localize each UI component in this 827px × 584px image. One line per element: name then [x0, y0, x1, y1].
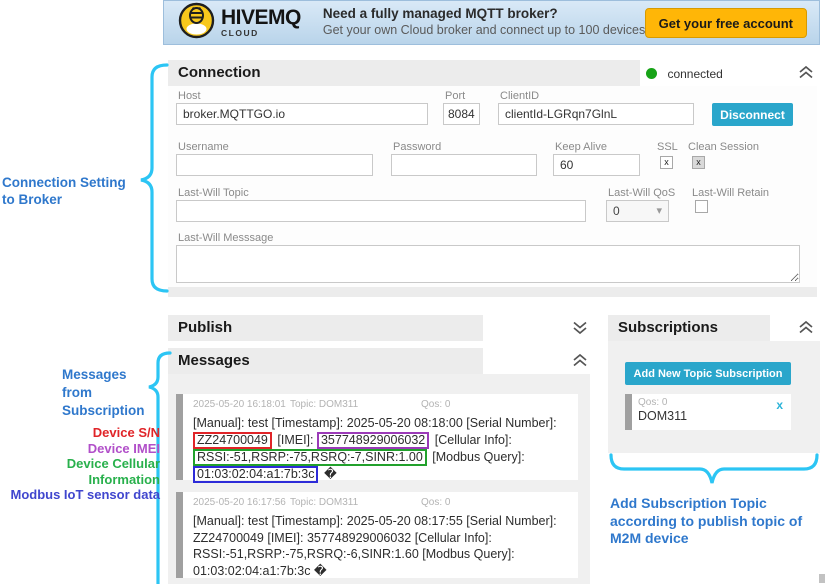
- ssl-checkbox[interactable]: x: [660, 156, 673, 169]
- annotation-device-imei: Device IMEI: [0, 441, 160, 457]
- message-qos: Qos: 0: [421, 399, 450, 410]
- annotation-add-subscription-topic: Add Subscription Topic according to publ…: [610, 495, 826, 548]
- logo-subtitle: CLOUD: [221, 29, 301, 38]
- add-subscription-button[interactable]: Add New Topic Subscription: [625, 362, 791, 385]
- subscription-item: Qos: 0 DOM311 x: [625, 394, 791, 430]
- banner-subheadline: Get your own Cloud broker and connect up…: [323, 23, 692, 39]
- last-will-retain-checkbox[interactable]: [695, 200, 708, 213]
- message-text: [Cellular Info]:: [435, 433, 512, 447]
- connection-title: Connection: [178, 64, 261, 81]
- message-card: 2025-05-20 16:18:01 Topic: DOM311 Qos: 0…: [176, 394, 578, 480]
- connection-form: Host Port ClientID Disconnect Username P…: [168, 86, 817, 287]
- message-topic: Topic: DOM311: [290, 497, 358, 508]
- logo-title: HIVEMQ: [221, 7, 301, 28]
- clean-session-checkbox[interactable]: x: [692, 156, 705, 169]
- subscriptions-title: Subscriptions: [618, 319, 718, 336]
- last-will-topic-label: Last-Will Topic: [178, 187, 249, 199]
- messages-collapse-icon[interactable]: [572, 353, 588, 368]
- clientid-label: ClientID: [500, 90, 539, 102]
- message-qos: Qos: 0: [421, 497, 450, 508]
- username-input[interactable]: [176, 154, 373, 176]
- last-will-message-textarea[interactable]: [176, 245, 800, 283]
- message-topic: Topic: DOM311: [290, 399, 358, 410]
- remove-subscription-icon[interactable]: x: [776, 398, 783, 412]
- last-will-qos-select[interactable]: 0 ▾: [606, 200, 669, 222]
- publish-expand-icon[interactable]: [572, 320, 588, 335]
- publish-header: Publish: [168, 315, 590, 341]
- subscription-qos: Qos: 0: [638, 397, 785, 408]
- last-will-message-label: Last-Will Messsage: [178, 232, 273, 244]
- device-imei-highlight: 357748929006032: [317, 432, 429, 449]
- subscription-topic: DOM311: [638, 409, 785, 423]
- annotation-device-cellular: Device Cellular Information: [0, 456, 160, 487]
- banner-headline: Need a fully managed MQTT broker?: [323, 6, 692, 23]
- message-text: [Manual]: test [Timestamp]: 2025-05-20 0…: [193, 513, 570, 579]
- disconnect-button[interactable]: Disconnect: [712, 103, 793, 126]
- password-input[interactable]: [391, 154, 537, 176]
- host-label: Host: [178, 90, 201, 102]
- messages-title: Messages: [178, 352, 250, 369]
- connection-footer-bar: [168, 287, 817, 297]
- publish-title: Publish: [178, 319, 232, 336]
- hivemq-ad-banner: HIVEMQ CLOUD Need a fully managed MQTT b…: [163, 0, 820, 45]
- clean-session-label: Clean Session: [688, 141, 759, 153]
- message-card: 2025-05-20 16:17:56 Topic: DOM311 Qos: 0…: [176, 492, 578, 578]
- modbus-data-highlight: 01:03:02:04:a1:7b:3c: [193, 466, 318, 483]
- last-will-qos-value: 0: [613, 204, 620, 218]
- annotation-brace-subscription: [608, 452, 820, 492]
- last-will-qos-label: Last-Will QoS: [608, 187, 675, 199]
- messages-header: Messages: [168, 348, 590, 374]
- message-timestamp: 2025-05-20 16:17:56: [193, 497, 286, 508]
- annotation-device-legend: Device S/N Device IMEI Device Cellular I…: [0, 425, 160, 503]
- cellular-info-highlight: RSSI:-51,RSRP:-75,RSRQ:-7,SINR:1.00: [193, 449, 427, 466]
- subscriptions-collapse-icon[interactable]: [798, 320, 814, 335]
- subscriptions-header: Subscriptions: [608, 315, 820, 341]
- host-input[interactable]: [176, 103, 428, 125]
- annotation-device-sn: Device S/N: [0, 425, 160, 441]
- get-free-account-button[interactable]: Get your free account: [645, 8, 807, 38]
- connection-status: connected: [646, 65, 723, 83]
- last-will-retain-label: Last-Will Retain: [692, 187, 769, 199]
- username-label: Username: [178, 141, 229, 153]
- chevron-down-icon: ▾: [656, 204, 662, 217]
- last-will-topic-input[interactable]: [176, 200, 586, 222]
- connection-header: Connection connected: [168, 60, 817, 86]
- message-text: [IMEI]:: [277, 433, 313, 447]
- connected-status-label: connected: [667, 67, 722, 81]
- checkbox-checked-icon: x: [664, 157, 669, 167]
- device-serial-highlight: ZZ24700049: [193, 432, 272, 449]
- annotation-brace-connection: [136, 62, 170, 294]
- messages-list: 2025-05-20 16:18:01 Topic: DOM311 Qos: 0…: [168, 374, 590, 584]
- hivemq-bee-icon: [178, 2, 215, 44]
- keep-alive-label: Keep Alive: [555, 141, 607, 153]
- clientid-input[interactable]: [498, 103, 694, 125]
- subscriptions-panel: Add New Topic Subscription Qos: 0 DOM311…: [608, 341, 820, 453]
- message-text: [Modbus Query]:: [432, 450, 524, 464]
- annotation-modbus-data: Modbus IoT sensor data: [0, 487, 160, 503]
- port-label: Port: [445, 90, 465, 102]
- scrollbar-corner: [819, 574, 825, 583]
- connected-status-dot-icon: [646, 68, 657, 79]
- password-label: Password: [393, 141, 441, 153]
- port-input[interactable]: [443, 103, 480, 125]
- message-text: [Manual]: test [Timestamp]: 2025-05-20 0…: [193, 416, 557, 430]
- hivemq-logo[interactable]: HIVEMQ CLOUD: [178, 2, 301, 44]
- keep-alive-input[interactable]: [553, 154, 640, 176]
- connection-collapse-icon[interactable]: [798, 65, 814, 80]
- ssl-label: SSL: [657, 141, 678, 153]
- screenshot-root: HIVEMQ CLOUD Need a fully managed MQTT b…: [0, 0, 827, 584]
- message-text: �: [324, 467, 337, 481]
- message-timestamp: 2025-05-20 16:18:01: [193, 399, 286, 410]
- checkbox-checked-icon: x: [696, 157, 701, 167]
